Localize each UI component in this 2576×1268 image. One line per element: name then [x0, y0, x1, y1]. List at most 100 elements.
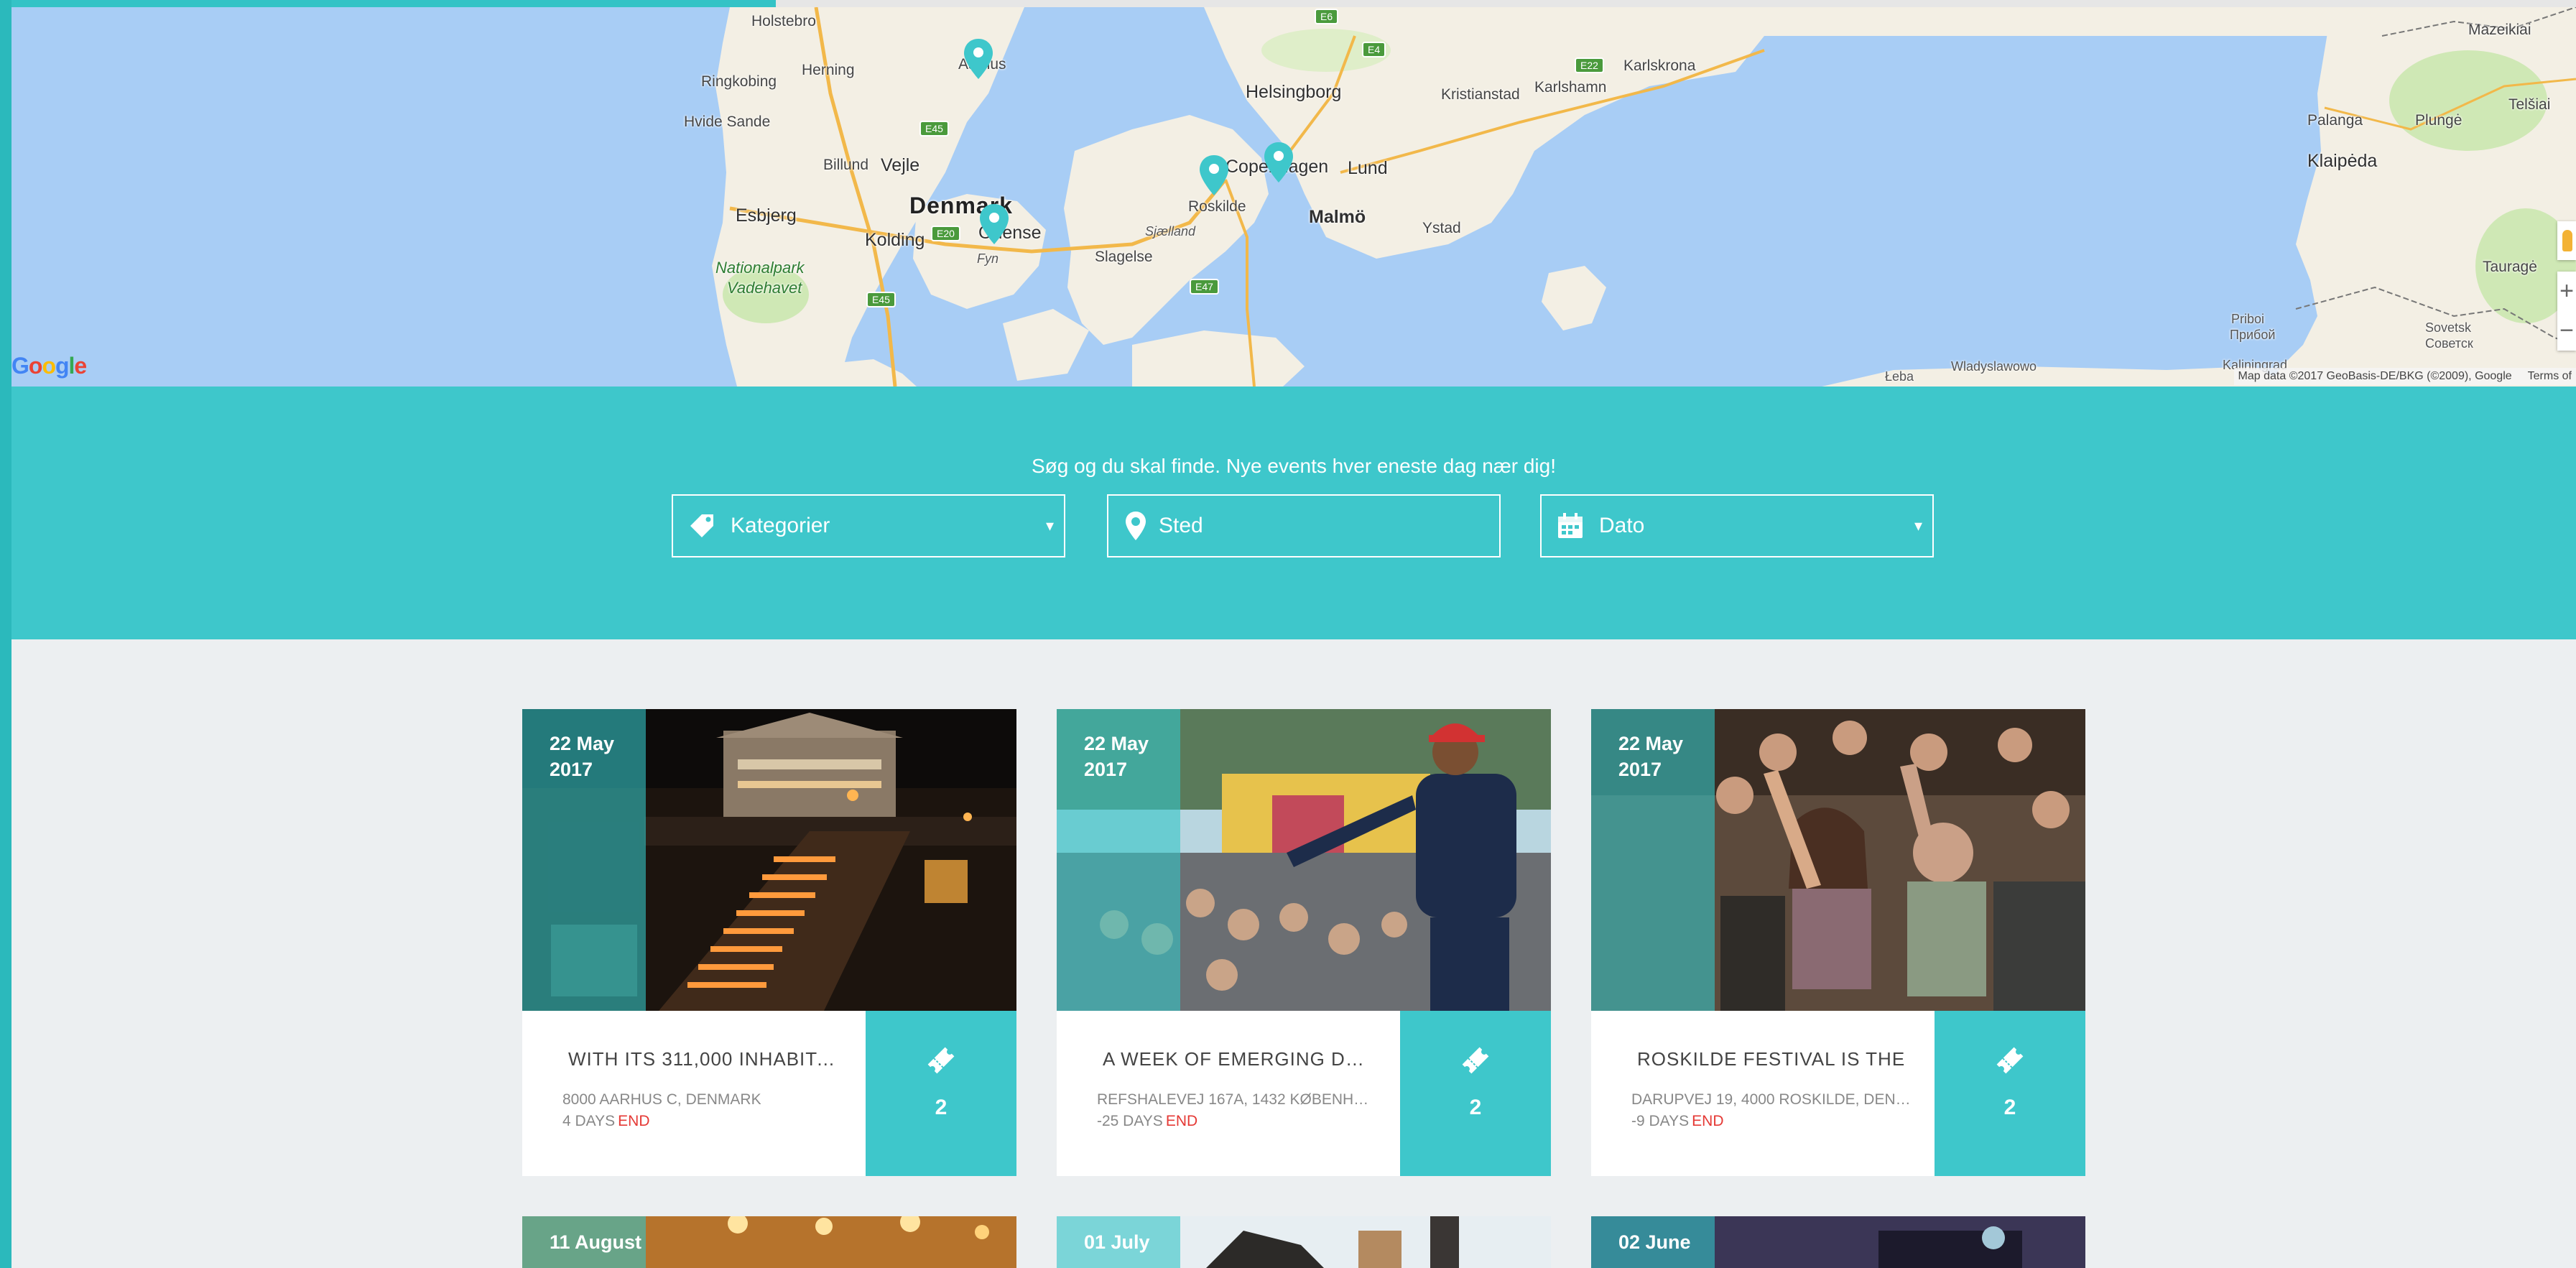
event-card[interactable]: 22 May 2017 A WEEK OF EMERGING DANISH RE… — [1057, 709, 1551, 1176]
map-label-wladyslawowo: Wladyslawowo — [1951, 359, 2037, 374]
map-label-roskilde: Roskilde — [1188, 198, 1246, 215]
date-select[interactable]: Dato ▾ — [1540, 494, 1934, 557]
end-label: END — [1165, 1113, 1198, 1129]
calendar-icon — [1555, 510, 1586, 542]
map-label-sovetsk-cyr: Советск — [2425, 336, 2473, 351]
left-edge-bar — [0, 0, 11, 1268]
event-address: REFSHALEVEJ 167A, 1432 KØBENHAVN — [1097, 1091, 1377, 1108]
event-date: 11 August — [550, 1231, 642, 1253]
map-label-taurage: Tauragė — [2483, 259, 2537, 275]
map-label-vejle: Vejle — [881, 155, 920, 175]
search-section: Søg og du skal finde. Nye events hver en… — [11, 387, 2576, 639]
map-label-fyn: Fyn — [977, 251, 999, 266]
map-label-kristianstad: Kristianstad — [1441, 86, 1520, 103]
map-terms-link[interactable]: Terms of — [2528, 370, 2572, 382]
page-load-progress — [11, 0, 776, 7]
map-label-lund: Lund — [1348, 158, 1388, 178]
map-label-palanga: Palanga — [2307, 112, 2363, 129]
event-date: 22 May 2017 — [1084, 733, 1149, 780]
map-label-holstebro: Holstebro — [751, 13, 816, 29]
end-label: END — [618, 1113, 650, 1129]
category-select[interactable]: Kategorier ▾ — [672, 494, 1065, 557]
map-label-nationalpark: Nationalpark — [715, 259, 805, 277]
map-label-billund: Billund — [823, 157, 869, 173]
map-label-mazeikiai: Mazeikiai — [2468, 22, 2531, 38]
ticket-button[interactable]: 2 — [1935, 1011, 2085, 1176]
place-input[interactable]: Sted — [1107, 494, 1501, 557]
event-days-left: -9 DAYS END — [1631, 1113, 1724, 1129]
map-label-ringkobing: Ringkobing — [701, 73, 777, 90]
events-map[interactable]: Holstebro Herning Ringkobing Hvide Sande… — [11, 7, 2576, 387]
ticket-count: 2 — [935, 1096, 948, 1119]
search-tagline: Søg og du skal finde. Nye events hver en… — [1032, 455, 1556, 477]
event-info: WITH ITS 311,000 INHABITANTS 8000 AARHUS… — [522, 1011, 866, 1176]
event-date: 22 May 2017 — [1618, 733, 1684, 780]
map-land — [712, 7, 2576, 387]
map-marker-copenhagen[interactable] — [1263, 141, 1294, 184]
road-shield: E45 — [919, 121, 949, 136]
tag-icon — [686, 510, 718, 542]
map-label-ystad: Ystad — [1422, 220, 1461, 236]
road-shield: E20 — [931, 226, 960, 241]
map-label-sovetsk: Sovetsk — [2425, 320, 2472, 335]
road-shield: E6 — [1315, 9, 1339, 24]
event-title[interactable]: A WEEK OF EMERGING DANISH — [1103, 1048, 1376, 1070]
zoom-in-button[interactable]: + — [2557, 272, 2576, 311]
map-label-esbjerg: Esbjerg — [736, 205, 797, 226]
map-label-sjaelland: Sjælland — [1145, 224, 1196, 239]
map-data-credit: Map data ©2017 GeoBasis-DE/BKG (©2009), … — [2238, 370, 2512, 382]
event-date: 01 July — [1084, 1231, 1150, 1253]
ticket-button[interactable]: 2 — [866, 1011, 1016, 1176]
category-select-label: Kategorier — [731, 514, 830, 537]
map-zoom-controls: + − — [2557, 272, 2576, 351]
ticket-icon — [1462, 1047, 1489, 1074]
page-load-bar — [11, 0, 2576, 7]
map-label-klaipeda: Klaipėda — [2307, 151, 2378, 171]
map-label-malmo: Malmö — [1309, 207, 1366, 227]
map-label-telsiai: Telšiai — [2508, 96, 2551, 113]
ticket-count: 2 — [1469, 1096, 1482, 1119]
map-pin-icon — [980, 204, 1009, 244]
event-days-left: 4 DAYS END — [562, 1113, 650, 1129]
chevron-down-icon: ▾ — [1045, 517, 1054, 534]
chevron-down-icon: ▾ — [1914, 517, 1922, 534]
ticket-icon — [927, 1047, 955, 1074]
event-address: DARUPVEJ 19, 4000 ROSKILDE, DENMARK — [1631, 1091, 1912, 1108]
event-card[interactable]: 02 June — [1591, 1216, 2085, 1268]
google-logo: Google — [11, 353, 87, 379]
map-label-priboi: Priboi — [2231, 312, 2265, 326]
event-card[interactable]: 01 July — [1057, 1216, 1551, 1268]
map-label-slagelse: Slagelse — [1095, 249, 1153, 265]
map-label-kolding: Kolding — [865, 230, 925, 250]
map-label-karlskrona: Karlskrona — [1623, 57, 1696, 74]
map-attribution: Map data ©2017 GeoBasis-DE/BKG (©2009), … — [2233, 368, 2576, 385]
event-date: 22 May 2017 — [550, 733, 615, 780]
event-address: 8000 AARHUS C, DENMARK — [562, 1091, 761, 1108]
map-pin-icon — [1264, 142, 1293, 182]
event-info: ROSKILDE FESTIVAL IS THE DARUPVEJ 19, 40… — [1591, 1011, 1935, 1176]
map-label-hvide-sande: Hvide Sande — [684, 114, 771, 130]
event-title[interactable]: ROSKILDE FESTIVAL IS THE — [1637, 1048, 1910, 1070]
map-marker-aarhus[interactable] — [963, 37, 994, 80]
event-card[interactable]: 11 August — [522, 1216, 1016, 1268]
map-label-herning: Herning — [802, 62, 855, 78]
event-title[interactable]: WITH ITS 311,000 INHABITANTS — [568, 1048, 841, 1070]
map-marker-odense[interactable] — [978, 203, 1010, 246]
place-input-placeholder: Sted — [1159, 514, 1203, 537]
event-card[interactable]: 22 May 2017 ROSKILDE FESTIVAL IS THE DAR… — [1591, 709, 2085, 1176]
zoom-out-button[interactable]: − — [2557, 311, 2576, 351]
event-date: 02 June — [1618, 1231, 1691, 1253]
map-label-priboi-cyr: Прибой — [2230, 328, 2276, 342]
ticket-count: 2 — [2003, 1096, 2016, 1119]
date-select-label: Dato — [1599, 514, 1645, 537]
map-label-leba: Łeba — [1885, 369, 1914, 384]
map-marker-roskilde[interactable] — [1198, 154, 1230, 197]
location-pin-icon — [1120, 510, 1152, 542]
event-card[interactable]: 22 May 2017 WITH ITS 311,000 INHABITANTS… — [522, 709, 1016, 1176]
map-label-vadehavet: Vadehavet — [727, 279, 802, 297]
road-shield: E4 — [1362, 42, 1386, 57]
ticket-button[interactable]: 2 — [1400, 1011, 1551, 1176]
map-pin-icon — [964, 39, 993, 79]
event-info: A WEEK OF EMERGING DANISH REFSHALEVEJ 16… — [1057, 1011, 1400, 1176]
street-view-pegman-icon[interactable] — [2557, 221, 2576, 260]
